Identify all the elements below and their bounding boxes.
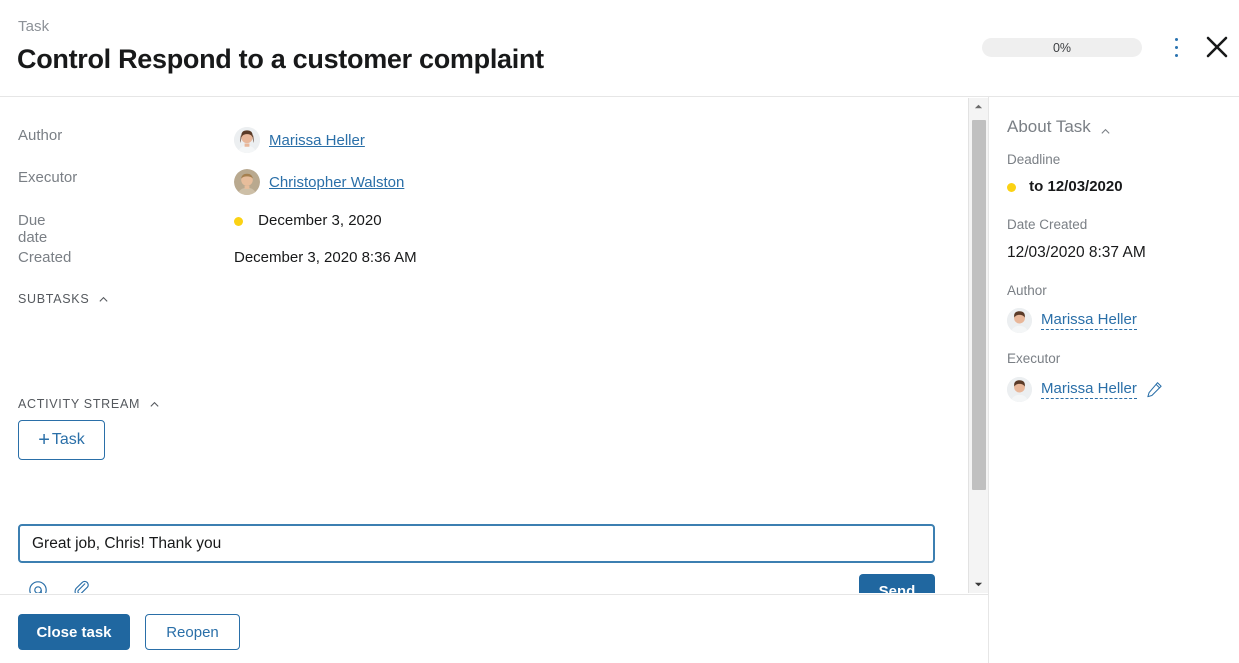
due-date-text: December 3, 2020 [258,212,382,229]
avatar [1007,377,1032,402]
comment-input[interactable]: Great job, Chris! Thank you [18,524,935,563]
sidebar-author-label: Author [1007,283,1047,298]
close-icon[interactable] [1203,33,1231,61]
send-button[interactable]: Send [859,574,935,593]
sidebar-author-link[interactable]: Marissa Heller [1041,311,1137,330]
add-subtask-label: Task [51,431,85,448]
executor-link[interactable]: Christopher Walston [269,174,404,191]
detail-label-due-date: Due date [18,212,48,246]
task-main-content: Author Marissa Heller Executor Christoph… [0,97,956,593]
chevron-up-icon[interactable] [1100,122,1111,134]
plus-icon: + [38,429,50,451]
scroll-up-button[interactable] [969,98,988,115]
add-subtask-button[interactable]: + Task [18,420,105,460]
activity-heading: ACTIVITY STREAM [18,397,141,411]
chevron-up-icon[interactable] [149,399,160,410]
deadline-value: to 12/03/2020 [1007,178,1123,195]
scroll-down-button[interactable] [969,576,988,593]
pencil-icon[interactable] [1146,381,1163,398]
page-title: Control Respond to a customer complaint [17,44,544,74]
footer-actions: Close task Reopen [0,594,988,663]
reopen-button[interactable]: Reopen [145,614,240,650]
detail-value-due-date: December 3, 2020 [234,212,382,229]
scrollbar-thumb[interactable] [972,120,986,490]
avatar [234,169,260,195]
detail-label-executor: Executor [18,169,78,186]
close-task-label: Close task [36,623,112,641]
status-dot-icon [234,216,243,226]
main-scrollbar[interactable] [968,98,988,593]
detail-label-created: Created [18,249,72,266]
subtasks-heading: SUBTASKS [18,292,90,306]
about-task-panel: About Task Deadline to 12/03/2020 Date C… [988,97,1239,663]
detail-label-author: Author [18,127,63,144]
about-task-heading: About Task [1007,117,1091,136]
date-created-label: Date Created [1007,217,1088,232]
header: Task Control Respond to a customer compl… [0,0,1239,97]
date-created-value: 12/03/2020 8:37 AM [1007,244,1146,261]
task-detail-panel: Task Control Respond to a customer compl… [0,0,1239,663]
activity-section-header[interactable]: ACTIVITY STREAM [18,397,160,411]
avatar [1007,308,1032,333]
sidebar-author-value: Marissa Heller [1007,308,1137,333]
author-link[interactable]: Marissa Heller [269,132,365,149]
detail-value-author: Marissa Heller [234,127,365,153]
paperclip-icon[interactable] [72,580,92,593]
sidebar-executor-link[interactable]: Marissa Heller [1041,380,1137,399]
chevron-up-icon[interactable] [98,294,109,305]
detail-value-created: December 3, 2020 8:36 AM [234,249,417,266]
close-task-button[interactable]: Close task [18,614,130,650]
at-mention-icon[interactable] [28,580,48,593]
status-dot-icon [1007,182,1016,192]
avatar [234,127,260,153]
kebab-menu-icon[interactable] [1168,36,1184,59]
deadline-text: to 12/03/2020 [1029,178,1123,195]
sidebar-executor-label: Executor [1007,351,1061,366]
comment-toolbar [28,580,92,593]
sidebar-executor-value: Marissa Heller [1007,377,1163,402]
reopen-label: Reopen [166,623,219,641]
subtasks-section-header[interactable]: SUBTASKS [18,292,109,306]
send-label: Send [878,583,916,593]
detail-value-executor: Christopher Walston [234,169,404,195]
deadline-label: Deadline [1007,152,1061,167]
progress-value: 0% [1052,40,1072,55]
breadcrumb-task: Task [18,18,50,35]
comment-input-value: Great job, Chris! Thank you [32,534,222,552]
progress-bar[interactable]: 0% [982,38,1142,57]
about-task-header[interactable]: About Task [1007,117,1111,137]
